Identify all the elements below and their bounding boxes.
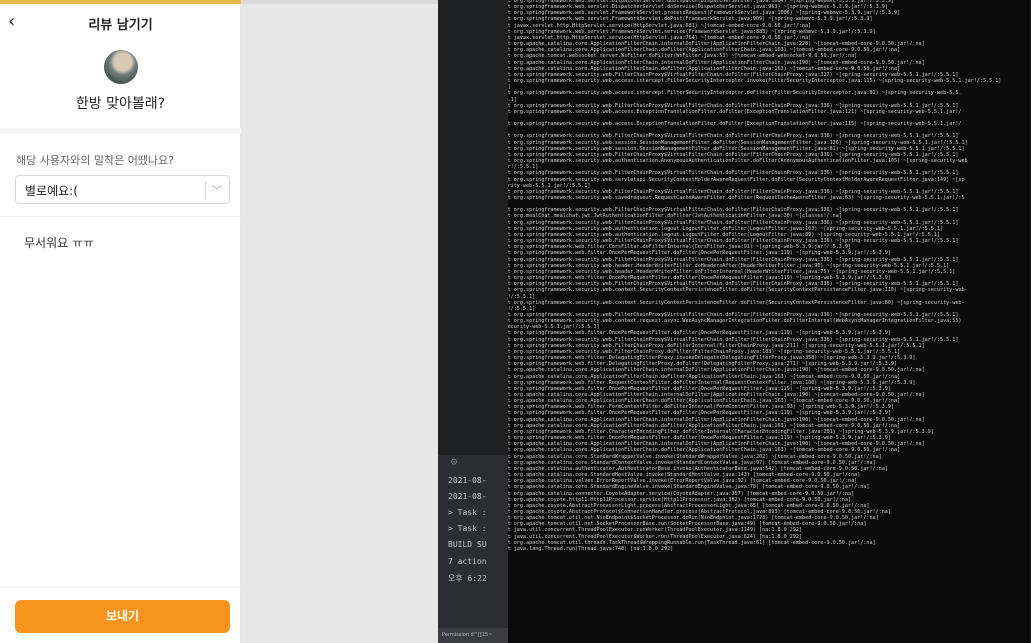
ide-console-line: BUILD SU bbox=[448, 540, 487, 549]
terminal-line: at org.springframework.security.web.acce… bbox=[508, 78, 1002, 85]
terminal-line: at org.springframework.security.web.serv… bbox=[508, 176, 965, 183]
terminal-line: at org.springframework.security.web.save… bbox=[508, 195, 965, 201]
ide-console-line: > Task : bbox=[448, 508, 487, 517]
review-textarea[interactable]: 무서워요 ㅠㅠ bbox=[24, 234, 94, 251]
terminal-line: at org.springframework.security.web.Filt… bbox=[508, 170, 959, 177]
ide-console-line: 오후 6:22 bbox=[448, 574, 487, 583]
terminal-line: at org.springframework.security.web.cont… bbox=[508, 299, 965, 306]
terminal-line: at org.springframework.security.web.Filt… bbox=[508, 102, 959, 109]
ide-run-panel: ⚙ 2021-08- 2021-08- > Task : > Task : BUILD … bbox=[438, 0, 508, 643]
terminal-line: at org.springframework.security.web.head… bbox=[508, 262, 950, 269]
target-username: 한방 맞아볼래? bbox=[75, 96, 166, 112]
ide-console-line: 2021-08- bbox=[448, 476, 487, 485]
terminal-line: at org.springframework.security.web.Filt… bbox=[508, 336, 959, 343]
terminal-line: at org.springframework.security.web.Filt… bbox=[508, 219, 959, 226]
settings-icon[interactable]: ⚙ bbox=[450, 458, 458, 468]
ide-editor-area bbox=[438, 0, 508, 455]
ide-console-line: 7 action bbox=[448, 557, 487, 566]
review-screen: ‹ 리뷰 남기기 한방 맞아볼래? 해당 사용자와의 밀착은 어땠나요? 별로예… bbox=[0, 0, 241, 643]
terminal-line: at org.springframework.security.web.cont… bbox=[508, 287, 968, 294]
question-label: 해당 사용자와의 밀착은 어땠나요? bbox=[16, 154, 175, 167]
ide-status-bar: Permission d^[[15~ bbox=[438, 628, 508, 643]
terminal-line: at org.springframework.security.web.sess… bbox=[508, 139, 968, 146]
browser-background bbox=[241, 0, 438, 643]
section-divider bbox=[0, 128, 241, 134]
terminal-window[interactable]: at org.springframework.web.servlet.Dispa… bbox=[508, 0, 1031, 643]
footer: 보내기 bbox=[0, 587, 241, 643]
terminal-output: at org.springframework.web.servlet.Dispa… bbox=[508, 0, 1001, 552]
chevron-down-icon[interactable]: ﹀ bbox=[212, 182, 222, 197]
browser-toolbar-strip bbox=[241, 0, 438, 4]
terminal-line: at org.springframework.security.web.Filt… bbox=[508, 256, 959, 263]
terminal-line: at org.springframework.security.web.Filt… bbox=[508, 133, 959, 140]
terminal-line: at org.springframework.security.web.auth… bbox=[508, 158, 968, 165]
avatar bbox=[104, 50, 138, 84]
terminal-line: at java.lang.Thread.run(Thread.java:748)… bbox=[508, 545, 674, 552]
header: ‹ 리뷰 남기기 bbox=[0, 6, 241, 40]
rating-select-value: 별로예요:( bbox=[25, 184, 78, 198]
terminal-line: at org.springframework.security.web.acce… bbox=[508, 108, 962, 115]
browser-tab-strip bbox=[0, 0, 241, 4]
divider bbox=[0, 216, 241, 217]
ide-console-line: > Task : bbox=[448, 524, 487, 533]
select-divider bbox=[205, 181, 206, 199]
terminal-line: at org.springframework.security.web.acce… bbox=[508, 121, 962, 128]
rating-select[interactable]: 별로예요:( ﹀ bbox=[15, 175, 230, 204]
terminal-line: at org.springframework.security.web.acce… bbox=[508, 90, 962, 97]
send-button[interactable]: 보내기 bbox=[15, 600, 230, 633]
ide-console-line: 2021-08- bbox=[448, 492, 487, 501]
page-title: 리뷰 남기기 bbox=[88, 18, 153, 33]
terminal-line: at org.springframework.security.web.sess… bbox=[508, 145, 965, 152]
